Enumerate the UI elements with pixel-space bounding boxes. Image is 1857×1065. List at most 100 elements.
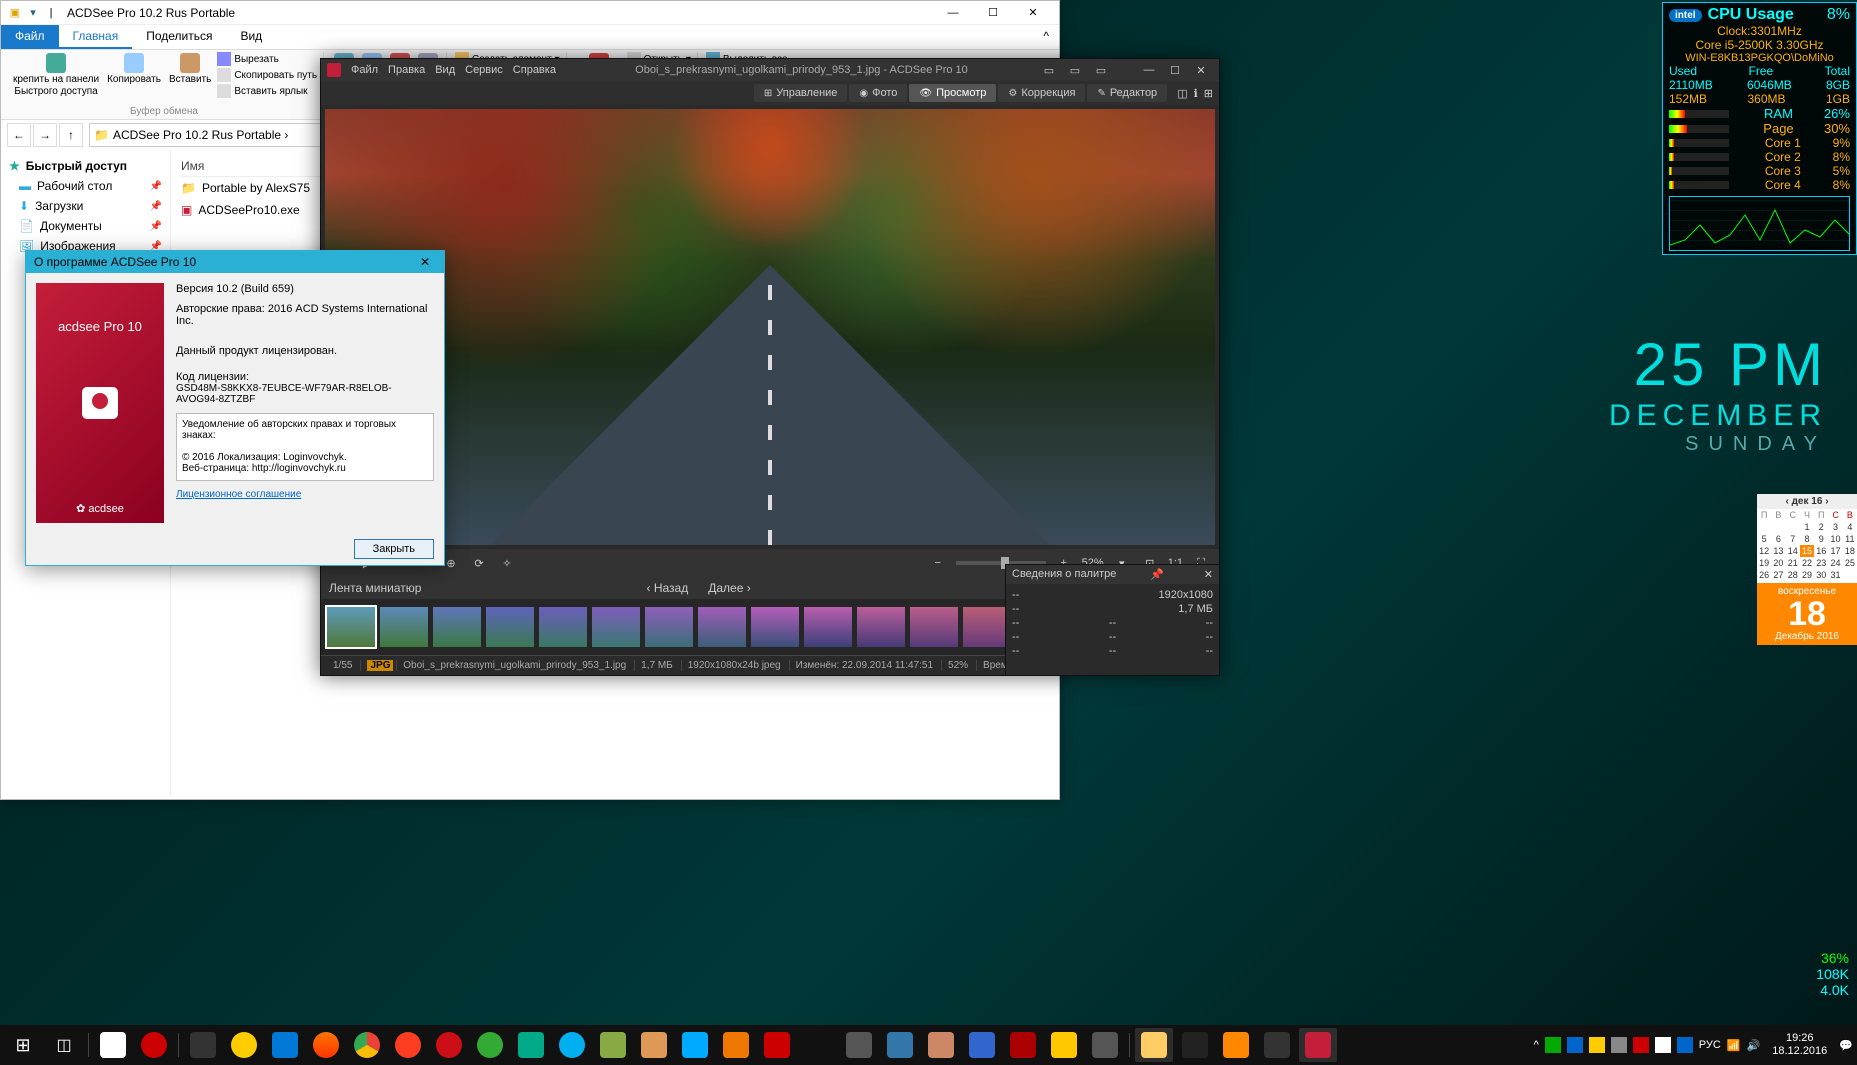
sidebar-quick[interactable]: ★Быстрый доступ — [1, 156, 170, 176]
tb-app[interactable] — [1086, 1028, 1124, 1062]
tb-opera[interactable] — [430, 1028, 468, 1062]
sidebar-downloads[interactable]: ⬇Загрузки📌 — [1, 196, 170, 216]
thumbnail[interactable] — [804, 607, 852, 647]
close-button[interactable]: ✕ — [1013, 2, 1053, 24]
tab-share[interactable]: Поделиться — [132, 25, 226, 49]
calendar-widget[interactable]: ‹ дек 16 › ПВСЧПСВ 123456789101112131415… — [1757, 494, 1857, 645]
thumbnail[interactable] — [592, 607, 640, 647]
thumbnail[interactable] — [486, 607, 534, 647]
tb-app[interactable] — [635, 1028, 673, 1062]
menu-item[interactable]: Вид — [435, 64, 455, 76]
tray-notifications[interactable]: 💬 — [1839, 1039, 1853, 1052]
layout-3[interactable]: ▭ — [1089, 64, 1113, 77]
tab-manage[interactable]: ⊞Управление — [754, 84, 848, 102]
thumbnail[interactable] — [857, 607, 905, 647]
tray-icon[interactable] — [1655, 1037, 1671, 1053]
cal-day[interactable]: 4 — [1843, 521, 1857, 533]
tb-app[interactable] — [594, 1028, 632, 1062]
hist-icon[interactable]: ◫ — [1177, 87, 1187, 100]
tab-view[interactable]: Вид — [226, 25, 276, 49]
tb-app[interactable] — [1258, 1028, 1296, 1062]
maximize-button[interactable]: ☐ — [973, 2, 1013, 24]
layout-2[interactable]: ▭ — [1063, 64, 1087, 77]
cal-day[interactable]: 22 — [1800, 557, 1814, 569]
tb-app[interactable] — [676, 1028, 714, 1062]
film-back[interactable]: ‹ Назад — [647, 581, 689, 595]
nav-back[interactable]: ← — [7, 123, 31, 147]
tb-firefox[interactable] — [307, 1028, 345, 1062]
minimize-button[interactable]: — — [933, 2, 973, 24]
copy-button[interactable]: Копировать — [105, 52, 163, 86]
menu-item[interactable]: Сервис — [465, 64, 503, 76]
film-next[interactable]: Далее › — [708, 581, 750, 595]
thumbnail[interactable] — [751, 607, 799, 647]
cal-day[interactable]: 13 — [1771, 545, 1785, 557]
license-link[interactable]: Лицензионное соглашение — [176, 489, 434, 500]
tb-app[interactable] — [1004, 1028, 1042, 1062]
explorer-titlebar[interactable]: ▣ ▾ | ACDSee Pro 10.2 Rus Portable — ☐ ✕ — [1, 1, 1059, 25]
cal-day[interactable]: 11 — [1843, 533, 1857, 545]
tb-utorrent[interactable] — [471, 1028, 509, 1062]
tb-norton[interactable] — [225, 1028, 263, 1062]
cal-day[interactable]: 15 — [1800, 545, 1814, 557]
tb-skype[interactable] — [553, 1028, 591, 1062]
notice-box[interactable]: Уведомление об авторских правах и торгов… — [176, 413, 434, 481]
tray-icon[interactable] — [1677, 1037, 1693, 1053]
cal-day[interactable]: 28 — [1786, 569, 1800, 581]
tray-vol[interactable]: 🔊 — [1747, 1039, 1761, 1052]
tray-net[interactable]: 📶 — [1727, 1039, 1741, 1052]
cal-day[interactable]: 12 — [1757, 545, 1771, 557]
palette-close[interactable]: ✕ — [1204, 568, 1213, 581]
cal-day[interactable]: 2 — [1814, 521, 1828, 533]
image-viewport[interactable] — [325, 109, 1215, 545]
cal-day[interactable]: 23 — [1814, 557, 1828, 569]
cal-day[interactable] — [1800, 581, 1814, 583]
cal-day[interactable]: 21 — [1786, 557, 1800, 569]
menu-item[interactable]: Файл — [351, 64, 378, 76]
ribbon-tabs[interactable]: Файл Главная Поделиться Вид ^ — [1, 25, 1059, 50]
tray-icon[interactable] — [1611, 1037, 1627, 1053]
cal-day[interactable]: 20 — [1771, 557, 1785, 569]
cal-day[interactable]: 25 — [1843, 557, 1857, 569]
pin-button[interactable]: крепить на панелиБыстрого доступа — [11, 52, 101, 98]
thumbnail[interactable] — [433, 607, 481, 647]
cal-day[interactable] — [1843, 569, 1857, 581]
tray-up[interactable]: ^ — [1534, 1039, 1539, 1051]
cal-day[interactable]: 29 — [1800, 569, 1814, 581]
cal-day[interactable] — [1757, 581, 1771, 583]
nav-icon[interactable]: ⊞ — [1204, 87, 1213, 100]
cal-day[interactable]: 31 — [1828, 569, 1842, 581]
tb-app[interactable] — [758, 1028, 796, 1062]
cal-day[interactable]: 5 — [1757, 533, 1771, 545]
qat-icon[interactable]: ▾ — [25, 5, 41, 21]
about-close-button[interactable]: Закрыть — [354, 539, 434, 559]
acd-max[interactable]: ☐ — [1163, 64, 1187, 77]
cal-day[interactable] — [1771, 581, 1785, 583]
palette-panel[interactable]: Сведения о палитре📌✕ --1920x1080 --1,7 М… — [1005, 564, 1220, 676]
acdsee-titlebar[interactable]: ФайлПравкаВидСервисСправка Oboi_s_prekra… — [321, 59, 1219, 81]
tb-app[interactable] — [1045, 1028, 1083, 1062]
tray-icon[interactable] — [1567, 1037, 1583, 1053]
thumbnail[interactable] — [539, 607, 587, 647]
sidebar-desktop[interactable]: ▬Рабочий стол📌 — [1, 176, 170, 196]
tb-app[interactable] — [922, 1028, 960, 1062]
paste-button[interactable]: Вставить — [167, 52, 213, 86]
tb-cmd[interactable] — [799, 1028, 837, 1062]
tb-edge[interactable] — [266, 1028, 304, 1062]
tab-correct[interactable]: ⚙Коррекция — [998, 84, 1085, 102]
tab-file[interactable]: Файл — [1, 25, 59, 49]
thumbnail[interactable] — [963, 607, 1011, 647]
tb-vlc[interactable] — [1217, 1028, 1255, 1062]
cal-day[interactable]: 14 — [1786, 545, 1800, 557]
thumbnail[interactable] — [645, 607, 693, 647]
cal-day[interactable]: 10 — [1828, 533, 1842, 545]
tb-app[interactable] — [840, 1028, 878, 1062]
tray-icon[interactable] — [1545, 1037, 1561, 1053]
tb-app[interactable] — [717, 1028, 755, 1062]
thumbnail[interactable] — [910, 607, 958, 647]
ribbon-collapse[interactable]: ^ — [1033, 25, 1059, 49]
cal-day[interactable]: 9 — [1814, 533, 1828, 545]
cal-day[interactable]: 17 — [1828, 545, 1842, 557]
tb-acdsee-task[interactable] — [1299, 1028, 1337, 1062]
cal-day[interactable] — [1786, 521, 1800, 533]
